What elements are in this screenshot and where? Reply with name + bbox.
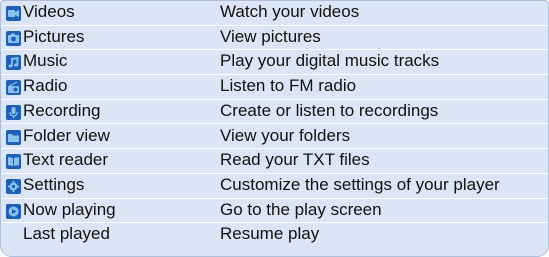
menu-item-label: Videos (23, 2, 75, 21)
table-row: Recording Create or listen to recordings (1, 100, 548, 125)
menu-item-description: Customize the settings of your player (220, 174, 500, 194)
menu-item-description: View pictures (220, 26, 321, 46)
table-row: Videos Watch your videos (1, 1, 548, 26)
radio-icon (6, 80, 21, 96)
menu-item-label: Folder view (23, 125, 110, 145)
menu-item-description: View your folders (220, 125, 351, 145)
table-row: Last played Resume play (1, 223, 548, 248)
menu-item-label: Recording (23, 100, 101, 120)
menu-item-description: Play your digital music tracks (220, 51, 440, 71)
menu-table: Videos Watch your videos Pictures View p… (0, 0, 549, 257)
menu-item-label: Pictures (23, 26, 85, 46)
menu-item-label: Settings (23, 174, 85, 194)
table-row: Text reader Read your TXT files (1, 149, 548, 174)
menu-item-description: Resume play (220, 224, 320, 244)
table-row: Music Play your digital music tracks (1, 50, 548, 76)
folder-icon (6, 129, 21, 145)
menu-item-label: Music (23, 51, 68, 71)
book-icon (6, 154, 21, 170)
menu-item-description: Read your TXT files (220, 150, 370, 170)
music-note-icon (6, 55, 21, 71)
table-row: Folder view View your folders (1, 125, 548, 150)
menu-item-label: Last played (23, 224, 110, 244)
play-icon (6, 203, 21, 219)
table-row: Radio Listen to FM radio (1, 75, 548, 100)
table-row: Settings Customize the settings of your … (1, 174, 548, 199)
menu-item-label: Text reader (23, 150, 109, 170)
menu-item-label: Now playing (23, 199, 116, 219)
menu-item-description: Go to the play screen (220, 199, 382, 219)
camera-icon (6, 30, 21, 46)
menu-item-label: Radio (23, 76, 68, 96)
menu-item-description: Watch your videos (220, 2, 360, 21)
microphone-icon (6, 104, 21, 120)
menu-item-description: Create or listen to recordings (220, 100, 439, 120)
gear-icon (6, 178, 21, 194)
video-icon (6, 6, 21, 21)
table-row: Pictures View pictures (1, 26, 548, 51)
menu-item-description: Listen to FM radio (220, 76, 357, 96)
table-row: Now playing Go to the play screen (1, 199, 548, 224)
